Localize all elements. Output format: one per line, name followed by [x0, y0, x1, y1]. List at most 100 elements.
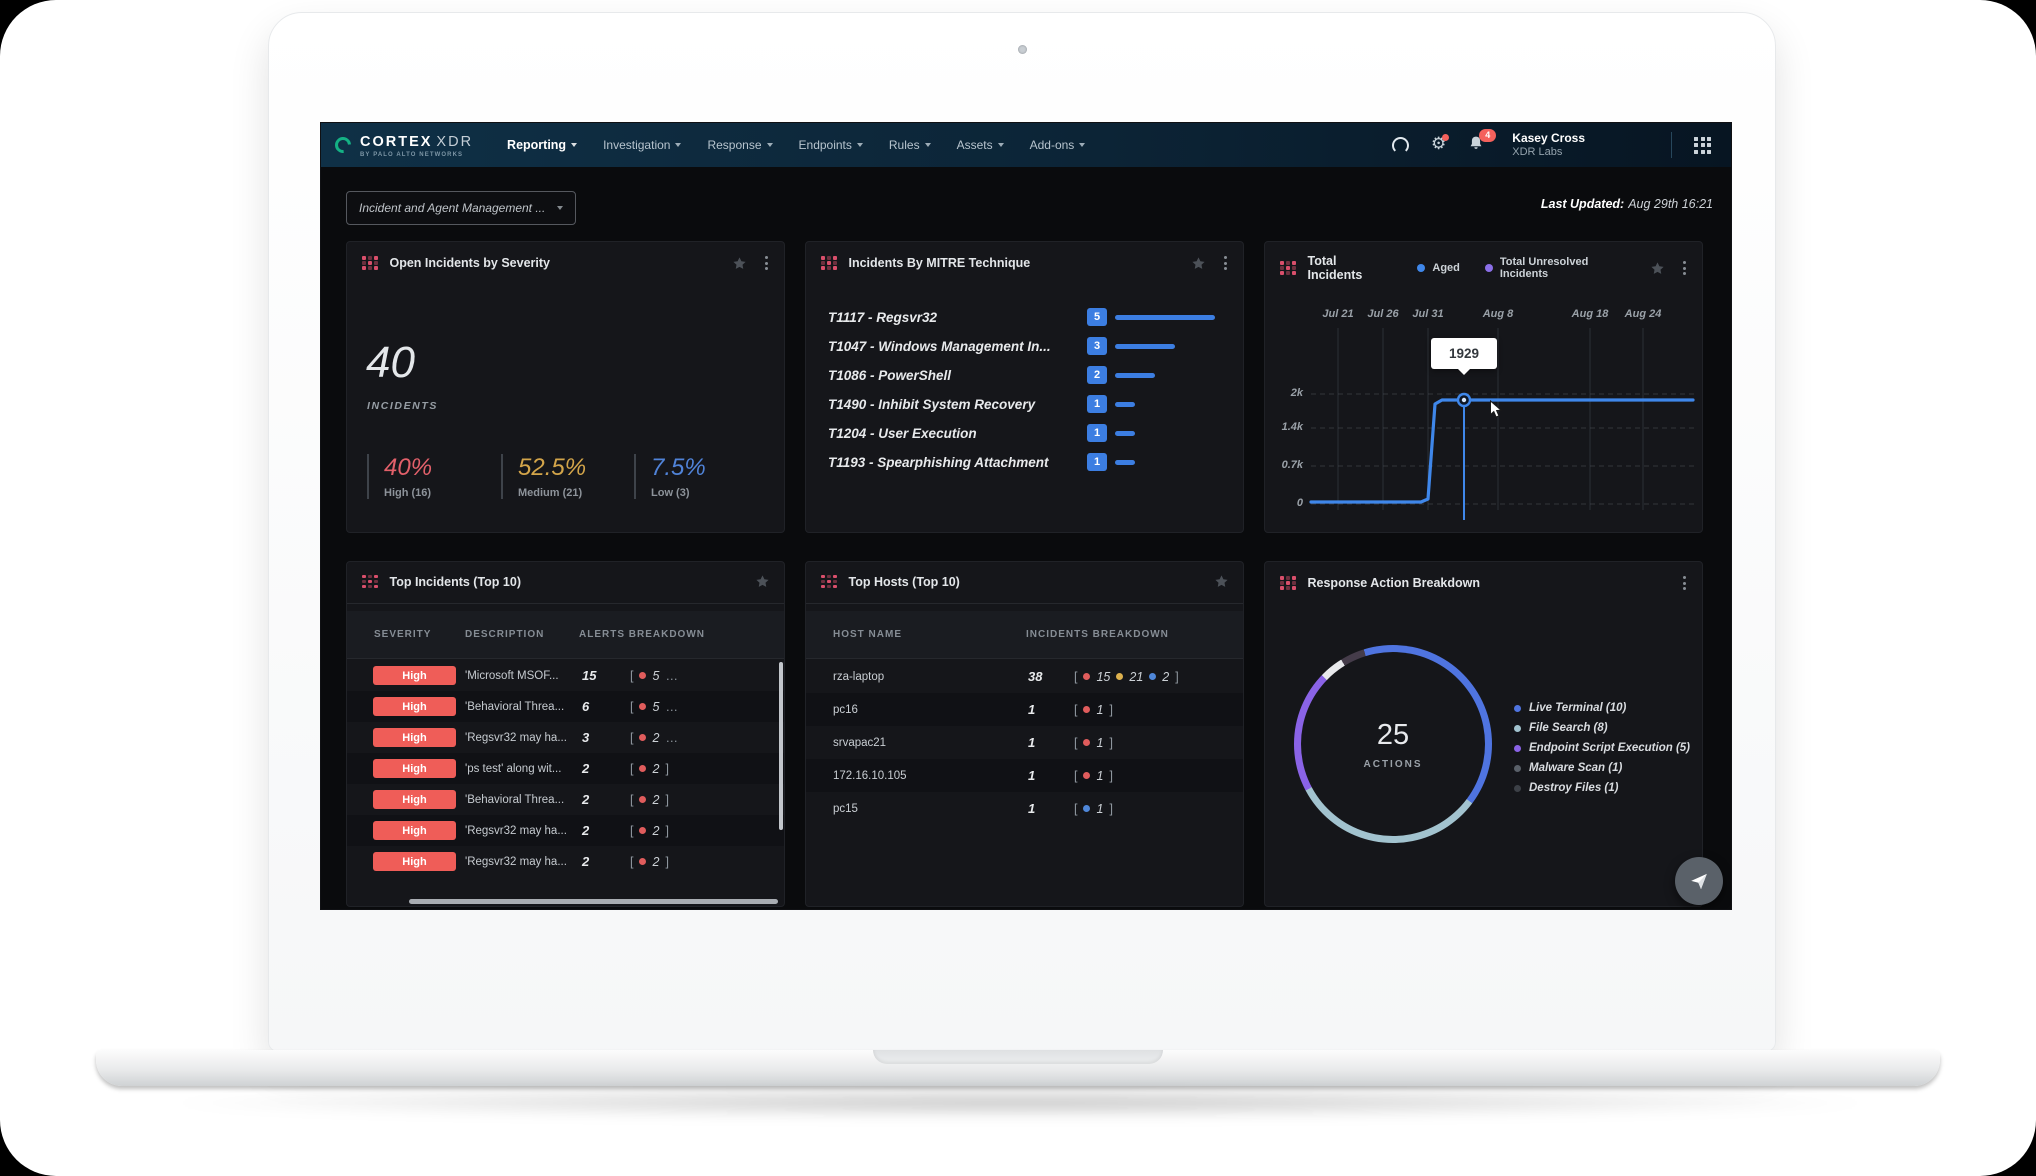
mitre-row[interactable]: T1193 - Spearphishing Attachment 1	[806, 448, 1243, 476]
severity-badge: High	[373, 728, 456, 747]
settings-button[interactable]: ⚙	[1431, 136, 1446, 154]
mitre-row[interactable]: T1490 - Inhibit System Recovery 1	[806, 390, 1243, 418]
menu-endpoints[interactable]: Endpoints	[799, 138, 863, 152]
table-row[interactable]: pc15 1 [1]	[806, 792, 1243, 825]
table-row[interactable]: rza-laptop 38 [ 15 21 2 ]	[806, 660, 1243, 693]
user-name: Kasey Cross	[1512, 132, 1585, 146]
chevron-down-icon	[767, 143, 773, 147]
star-icon[interactable]	[732, 256, 747, 271]
widget-grid-icon	[821, 256, 838, 270]
panel-title: Response Action Breakdown	[1308, 576, 1481, 590]
user-org: XDR Labs	[1512, 146, 1585, 159]
panel-grid: Open Incidents by Severity 40 INCIDENTS …	[346, 241, 1704, 907]
table-row[interactable]: srvapac21 1 [1]	[806, 726, 1243, 759]
mockup-canvas: CORTEXXDR BY PALO ALTO NETWORKS Reportin…	[0, 0, 2036, 1176]
dashboard-screen: CORTEXXDR BY PALO ALTO NETWORKS Reportin…	[321, 123, 1731, 909]
webcam-dot	[1018, 45, 1027, 54]
legend-item: Endpoint Script Execution (5)	[1514, 742, 1690, 754]
mitre-row[interactable]: T1086 - PowerShell 2	[806, 361, 1243, 389]
vertical-scrollbar[interactable]	[779, 662, 783, 830]
severity-badge: High	[373, 666, 456, 685]
paper-plane-icon	[1688, 870, 1710, 892]
mitre-bar	[1115, 402, 1135, 407]
donut-legend: Live Terminal (10) File Search (8) Endpo…	[1514, 702, 1690, 794]
alert-dot	[639, 672, 646, 679]
laptop-base	[96, 1050, 1940, 1086]
quick-launcher-button[interactable]	[1675, 857, 1723, 905]
kebab-menu-icon[interactable]	[763, 254, 770, 272]
horizontal-scrollbar[interactable]	[409, 899, 778, 904]
stat-medium: 52.5% Medium (21)	[501, 454, 586, 499]
menu-assets[interactable]: Assets	[957, 138, 1004, 152]
menu-reporting[interactable]: Reporting	[507, 138, 577, 152]
mitre-row[interactable]: T1047 - Windows Management In... 3	[806, 332, 1243, 360]
table-row[interactable]: High 'Behavioral Threa... 6 [5…	[347, 691, 784, 722]
severity-stats: 40% High (16) 52.5% Medium (21) 7.5% Low…	[347, 454, 784, 510]
table-row[interactable]: 172.16.10.105 1 [1]	[806, 759, 1243, 792]
severity-badge: High	[373, 821, 456, 840]
chevron-down-icon	[925, 143, 931, 147]
table-row[interactable]: pc16 1 [1]	[806, 693, 1243, 726]
query-ring-icon[interactable]	[1392, 137, 1409, 154]
alert-dot	[639, 827, 646, 834]
table-row[interactable]: High 'Behavioral Threa... 2 [2]	[347, 784, 784, 815]
table-row[interactable]: High 'Regsvr32 may ha... 2 [2]	[347, 846, 784, 877]
star-icon[interactable]	[1214, 574, 1229, 589]
app-grid-icon[interactable]	[1694, 137, 1711, 154]
mitre-row[interactable]: T1204 - User Execution 1	[806, 419, 1243, 447]
chevron-down-icon	[675, 143, 681, 147]
brand-secondary: XDR	[436, 134, 473, 150]
mitre-bar	[1115, 431, 1135, 436]
menu-rules[interactable]: Rules	[889, 138, 931, 152]
legend-item: Malware Scan (1)	[1514, 762, 1690, 774]
chevron-down-icon	[571, 143, 577, 147]
table-row[interactable]: High 'Regsvr32 may ha... 2 [2]	[347, 815, 784, 846]
table-header: HOST NAME INCIDENTS BREAKDOWN	[806, 611, 1243, 659]
widget-grid-icon	[362, 256, 379, 270]
laptop-frame: CORTEXXDR BY PALO ALTO NETWORKS Reportin…	[268, 12, 1776, 1052]
panel-response-actions: Response Action Breakdown 25 ACTIONS	[1264, 561, 1703, 907]
incident-dot	[1083, 772, 1090, 779]
panel-title: Top Incidents (Top 10)	[390, 575, 521, 589]
legend-item: Destroy Files (1)	[1514, 782, 1690, 794]
incident-count-label: INCIDENTS	[367, 400, 438, 412]
panel-top-hosts: Top Hosts (Top 10) HOST NAME INCIDENTS B…	[805, 561, 1244, 907]
actions-label: ACTIONS	[1364, 759, 1423, 770]
actions-count: 25	[1377, 719, 1409, 752]
brand-primary: CORTEX	[360, 134, 432, 150]
chevron-down-icon	[998, 143, 1004, 147]
panel-title: Top Hosts (Top 10)	[849, 575, 960, 589]
kebab-menu-icon[interactable]	[1222, 254, 1229, 272]
table-row[interactable]: High 'Regsvr32 may ha... 3 [2…	[347, 722, 784, 753]
dashboard-selector[interactable]: Incident and Agent Management ...	[346, 191, 576, 225]
star-icon[interactable]	[1191, 256, 1206, 271]
legend-dot	[1514, 785, 1521, 792]
panel-title: Open Incidents by Severity	[390, 256, 550, 270]
panel-top-incidents: Top Incidents (Top 10) SEVERITY DESCRIPT…	[346, 561, 785, 907]
severity-badge: High	[373, 790, 456, 809]
menu-investigation[interactable]: Investigation	[603, 138, 681, 152]
table-row[interactable]: High 'Microsoft MSOF... 15 [5…	[347, 660, 784, 691]
menu-add-ons[interactable]: Add-ons	[1030, 138, 1086, 152]
main-menu: Reporting Investigation Response Endpoin…	[507, 138, 1085, 152]
legend-dot	[1514, 745, 1521, 752]
mitre-row[interactable]: T1117 - Regsvr32 5	[806, 303, 1243, 331]
cortex-xdr-logo: CORTEXXDR BY PALO ALTO NETWORKS	[335, 133, 473, 158]
kebab-menu-icon[interactable]	[1681, 574, 1688, 592]
menu-response[interactable]: Response	[707, 138, 772, 152]
top-nav: CORTEXXDR BY PALO ALTO NETWORKS Reportin…	[321, 123, 1731, 167]
star-icon[interactable]	[755, 574, 770, 589]
table-row[interactable]: High 'ps test' along wit... 2 [2]	[347, 753, 784, 784]
donut-chart: 25 ACTIONS	[1294, 645, 1492, 843]
legend-dot	[1514, 765, 1521, 772]
widget-grid-icon	[821, 575, 838, 589]
mitre-bar	[1115, 315, 1215, 320]
stat-low: 7.5% Low (3)	[634, 454, 706, 499]
notifications-button[interactable]: 4	[1468, 135, 1484, 156]
chart-tooltip: 1929	[1431, 338, 1497, 369]
user-menu[interactable]: Kasey Cross XDR Labs	[1512, 132, 1585, 158]
cortex-logo-icon	[332, 134, 355, 157]
last-updated: Last Updated:Aug 29th 16:21	[1541, 197, 1713, 211]
severity-badge: High	[373, 759, 456, 778]
incident-dot	[1083, 706, 1090, 713]
